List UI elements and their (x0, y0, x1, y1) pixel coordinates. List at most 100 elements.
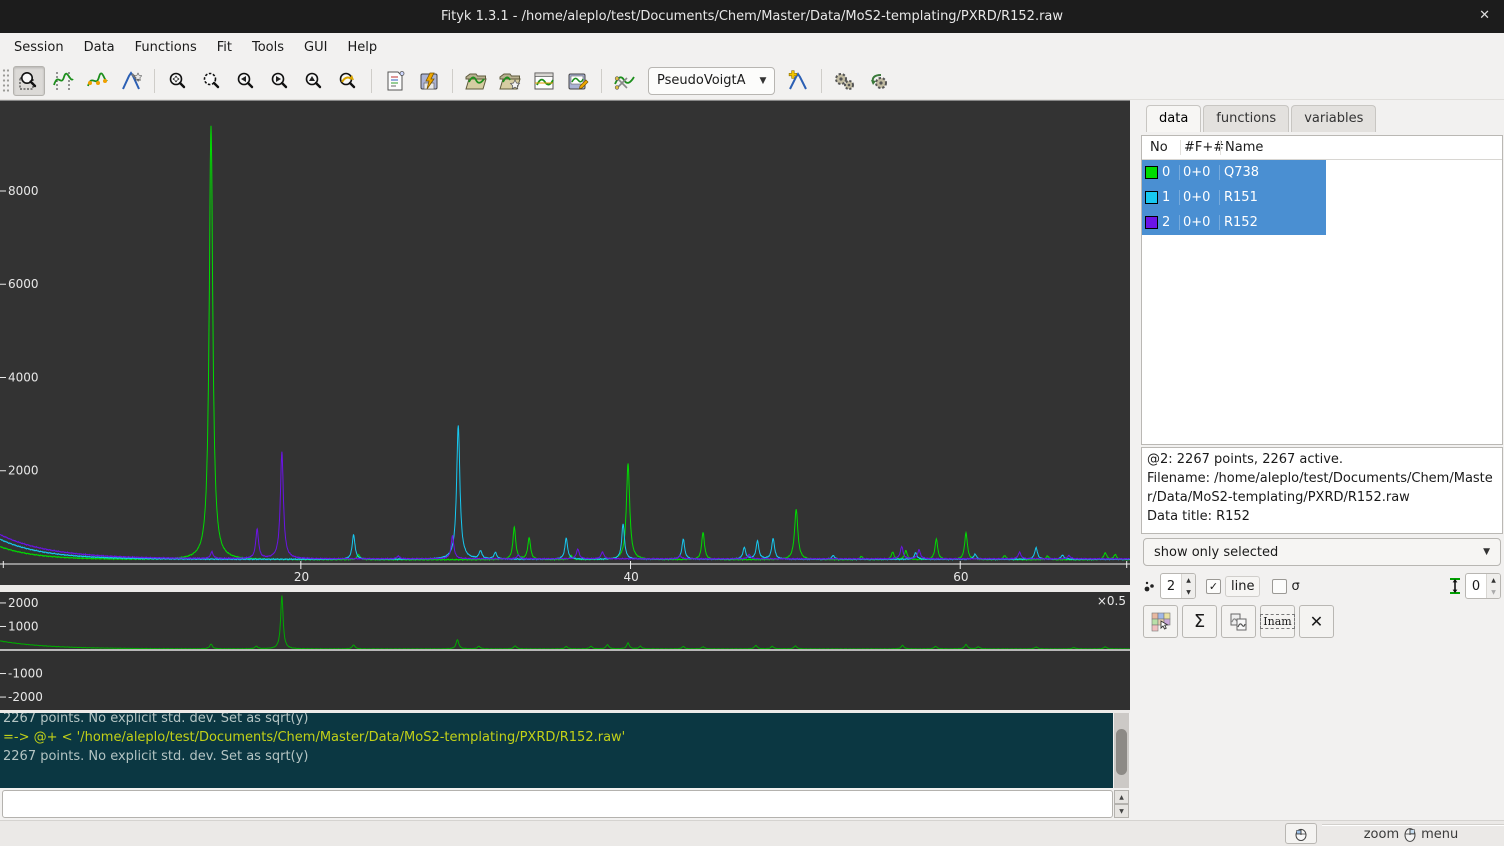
zoom-all-button[interactable] (162, 66, 194, 96)
dataset-color-swatch[interactable] (1145, 166, 1158, 179)
svg-text:2000: 2000 (8, 596, 39, 610)
dataset-color-swatch[interactable] (1145, 191, 1158, 204)
menu-functions[interactable]: Functions (125, 36, 207, 59)
toolbar-drag-handle[interactable] (2, 68, 9, 94)
column-header-no[interactable]: No (1142, 140, 1180, 155)
copy-functions-icon (1228, 611, 1250, 633)
menu-tools[interactable]: Tools (242, 36, 294, 59)
menu-gui[interactable]: GUI (294, 36, 337, 59)
load-data-button[interactable] (460, 66, 492, 96)
undo-fit-button[interactable] (863, 66, 895, 96)
y-shift-value: 0 (1466, 574, 1486, 598)
y-shift-spinner[interactable]: 0 ▲▼ (1465, 573, 1501, 599)
zoom-right-icon (269, 70, 291, 92)
statusbar-divider (1322, 824, 1504, 825)
cell-name: R151 (1219, 190, 1325, 205)
sigma-checkbox[interactable] (1272, 579, 1287, 594)
zoom-previous-button[interactable] (332, 66, 364, 96)
table-row-R152[interactable]: 20+0R152 (1142, 210, 1326, 235)
toolbar-separator (821, 69, 822, 93)
command-input[interactable] (2, 790, 1113, 818)
run-fit-button[interactable] (829, 66, 861, 96)
column-header-functions[interactable]: #F+# (1180, 140, 1220, 155)
point-size-spinner[interactable]: 2 ▲▼ (1160, 573, 1196, 599)
range-mode-button[interactable] (47, 66, 79, 96)
zoom-mode-button[interactable] (13, 66, 45, 96)
edit-data-button[interactable] (562, 66, 594, 96)
input-history-up-button[interactable]: ▲ (1114, 790, 1129, 804)
data-table-button[interactable] (528, 66, 560, 96)
close-x-label: ✕ (1310, 612, 1323, 631)
session-log-icon (384, 70, 406, 92)
cell-functions: 0+0 (1179, 215, 1219, 230)
rename-label: Inam (1260, 614, 1294, 629)
close-window-icon[interactable]: ✕ (1479, 8, 1490, 23)
add-function-button[interactable] (782, 66, 814, 96)
cell-no: 0 (1162, 165, 1179, 180)
data-table-icon (533, 70, 555, 92)
svg-text:60: 60 (953, 570, 968, 584)
chevron-down-icon: ▼ (1483, 547, 1490, 557)
tab-data[interactable]: data (1146, 105, 1201, 132)
plot-splitter[interactable] (0, 585, 1130, 592)
points-mode-button[interactable] (81, 66, 113, 96)
data-editor-button[interactable] (1143, 605, 1178, 638)
menu-data[interactable]: Data (74, 36, 125, 59)
aux-plot-canvas[interactable]: -2000-100010002000 (0, 592, 1130, 710)
tab-variables[interactable]: variables (1291, 105, 1376, 132)
menu-help[interactable]: Help (337, 36, 387, 59)
copy-functions-button[interactable] (1221, 605, 1256, 638)
aux-plot[interactable]: -2000-100010002000 ×0.5 (0, 592, 1130, 710)
console-scrollbar[interactable] (1114, 713, 1129, 788)
load-data-custom-button[interactable] (494, 66, 526, 96)
zoom-select-button[interactable] (196, 66, 228, 96)
show-mode-value: show only selected (1154, 545, 1278, 560)
input-history-down-button[interactable]: ▼ (1114, 804, 1129, 818)
info-line: Filename: /home/aleplo/test/Documents/Ch… (1147, 469, 1497, 507)
svg-text:40: 40 (624, 570, 639, 584)
add-peak-mode-icon (120, 70, 142, 92)
run-script-icon (418, 70, 440, 92)
dataset-color-swatch[interactable] (1145, 216, 1158, 229)
toolbar-separator (371, 69, 372, 93)
cell-no: 1 (1162, 190, 1179, 205)
svg-text:-1000: -1000 (8, 667, 43, 681)
toolbar: PseudoVoigtA ▼ (0, 62, 1504, 100)
command-input-row: ▲ ▼ (0, 789, 1130, 819)
run-fit-icon (833, 70, 857, 92)
zoom-mode-icon (18, 70, 40, 92)
mouse-config-button[interactable] (1285, 823, 1317, 844)
zoom-left-button[interactable] (230, 66, 262, 96)
spin-up-icon[interactable]: ▲ (1487, 574, 1500, 586)
zoom-up-button[interactable] (298, 66, 330, 96)
svg-text:8000: 8000 (8, 184, 39, 198)
console-line: 2267 points. No explicit std. dev. Set a… (3, 747, 1110, 766)
function-type-select[interactable]: PseudoVoigtA ▼ (648, 67, 775, 95)
zoom-right-button[interactable] (264, 66, 296, 96)
add-peak-mode-button[interactable] (115, 66, 147, 96)
line-checkbox[interactable]: ✓ (1206, 579, 1221, 594)
main-plot-canvas[interactable]: 2000400060008000204060 (0, 101, 1130, 586)
run-script-button[interactable] (413, 66, 445, 96)
menu-fit[interactable]: Fit (207, 36, 242, 59)
table-row-R151[interactable]: 10+0R151 (1142, 185, 1326, 210)
tab-functions[interactable]: functions (1203, 105, 1289, 132)
spin-down-icon[interactable]: ▼ (1487, 586, 1500, 598)
show-mode-select[interactable]: show only selected ▼ (1143, 538, 1501, 566)
column-header-name[interactable]: Name (1220, 140, 1326, 155)
clear-functions-icon (613, 70, 637, 92)
session-log-button[interactable] (379, 66, 411, 96)
clear-functions-button[interactable] (609, 66, 641, 96)
point-size-icon (1143, 578, 1157, 594)
scrollbar-thumb[interactable] (1116, 729, 1127, 775)
main-plot[interactable]: 2000400060008000204060 (0, 100, 1130, 585)
menu-session[interactable]: Session (4, 36, 74, 59)
delete-dataset-button[interactable]: ✕ (1299, 605, 1334, 638)
sum-button[interactable]: Σ (1182, 605, 1217, 638)
spin-up-icon[interactable]: ▲ (1182, 574, 1195, 586)
table-row-Q738[interactable]: 00+0Q738 (1142, 160, 1326, 185)
zoom-up-icon (303, 70, 325, 92)
spin-down-icon[interactable]: ▼ (1182, 586, 1195, 598)
mouse-config-icon (1293, 827, 1309, 841)
rename-button[interactable]: Inam (1260, 605, 1295, 638)
